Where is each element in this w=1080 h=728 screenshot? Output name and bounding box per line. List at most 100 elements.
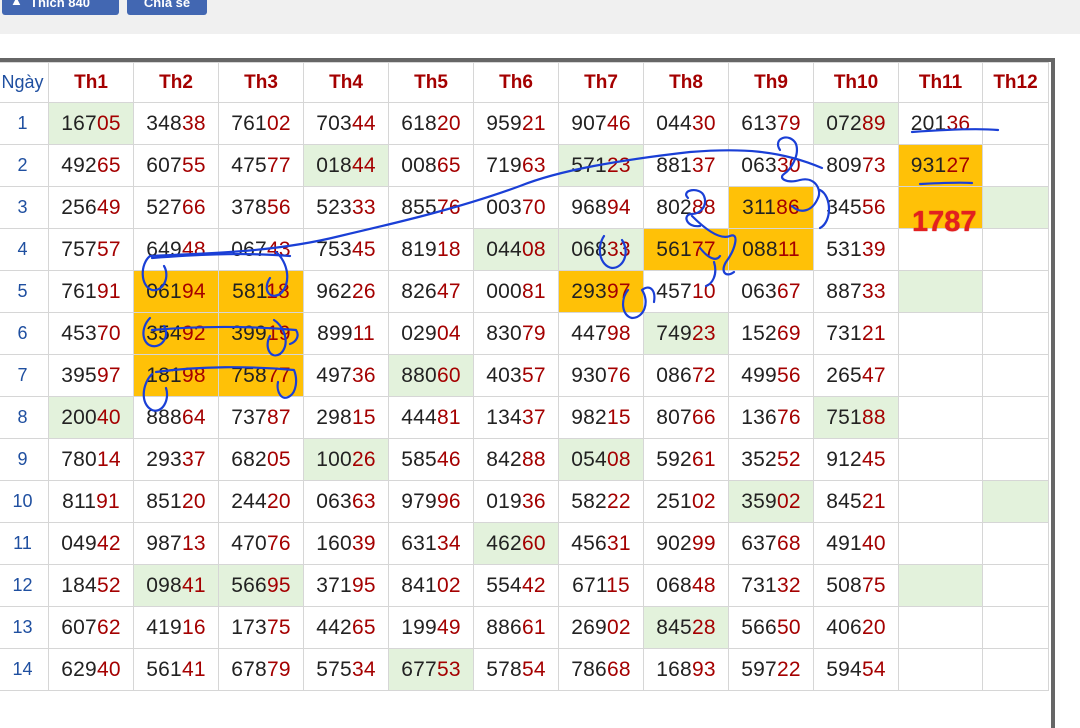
like-button[interactable]: ▲ Thích 840: [2, 0, 119, 15]
result-cell: 89911: [303, 312, 389, 355]
result-prefix: 049: [61, 531, 97, 555]
table-row: 9 78014 29337 68205 10026 58546 84288 05408 5926…: [0, 438, 1049, 481]
result-cell: [982, 522, 1049, 565]
result-last-two: 10: [691, 279, 716, 303]
result-prefix: 199: [401, 615, 437, 639]
result-last-two: 60: [521, 531, 546, 555]
result-last-two: 68: [776, 531, 801, 555]
result-last-two: 96: [436, 489, 461, 513]
result-last-two: 02: [436, 573, 461, 597]
result-prefix: 167: [61, 111, 97, 135]
result-prefix: 359: [741, 489, 777, 513]
results-table: Ngày Th1 Th2 Th3 Th4 Th5 Th6 Th7 Th8 Th9 Th10 Th11 T…: [0, 62, 1049, 691]
result-last-two: 44: [351, 153, 376, 177]
result-last-two: 45: [861, 447, 886, 471]
result-last-two: 91: [96, 489, 120, 513]
result-last-two: 18: [436, 237, 461, 261]
result-last-two: 34: [436, 531, 461, 555]
result-cell: 67879: [218, 648, 304, 691]
column-header-month: Th6: [473, 62, 559, 103]
result-cell: 71963: [473, 144, 559, 187]
result-last-two: 97: [96, 363, 121, 387]
result-cell: 96894: [558, 186, 644, 229]
result-last-two: 77: [691, 237, 716, 261]
result-prefix: 968: [571, 195, 607, 219]
result-last-two: 02: [776, 489, 801, 513]
result-cell: 15269: [728, 312, 814, 355]
result-prefix: 594: [826, 657, 862, 681]
share-button[interactable]: Chia sẻ: [127, 0, 207, 15]
result-prefix: 173: [231, 615, 267, 639]
result-last-two: 39: [351, 531, 376, 555]
result-last-two: 69: [776, 321, 801, 345]
result-cell: 34838: [133, 102, 219, 145]
result-last-two: 37: [691, 153, 716, 177]
result-prefix: 826: [401, 279, 437, 303]
result-last-two: 56: [776, 363, 801, 387]
result-cell: 59261: [643, 438, 729, 481]
result-cell: 98215: [558, 396, 644, 439]
result-prefix: 200: [61, 405, 97, 429]
result-prefix: 855: [401, 195, 437, 219]
result-last-two: 37: [181, 447, 206, 471]
result-cell: 49265: [48, 144, 134, 187]
result-cell: 56177: [643, 228, 729, 271]
result-prefix: 067: [231, 237, 267, 261]
result-prefix: 561: [656, 237, 692, 261]
result-cell: 90299: [643, 522, 729, 565]
result-cell: [898, 522, 983, 565]
result-cell: 84528: [643, 606, 729, 649]
result-prefix: 378: [231, 195, 267, 219]
result-cell: 40620: [813, 606, 899, 649]
result-prefix: 068: [656, 573, 692, 597]
result-prefix: 841: [401, 573, 437, 597]
result-cell: [982, 396, 1049, 439]
result-cell: 73132: [728, 564, 814, 607]
result-cell: 29815: [303, 396, 389, 439]
result-cell: 88137: [643, 144, 729, 187]
column-header-month: Th3: [218, 62, 304, 103]
result-cell: [898, 564, 983, 607]
result-last-two: 33: [351, 195, 376, 219]
result-prefix: 731: [741, 573, 777, 597]
result-prefix: 492: [61, 153, 97, 177]
result-prefix: 719: [486, 153, 522, 177]
result-prefix: 054: [571, 447, 607, 471]
column-header-month: Th4: [303, 62, 389, 103]
result-last-two: 42: [521, 573, 546, 597]
result-cell: 59454: [813, 648, 899, 691]
result-prefix: 311: [742, 195, 777, 219]
result-cell: 61820: [388, 102, 474, 145]
result-cell: 19949: [388, 606, 474, 649]
result-cell: [982, 102, 1049, 145]
result-last-two: 52: [96, 573, 121, 597]
result-last-two: 27: [946, 153, 971, 177]
result-last-two: 60: [436, 363, 461, 387]
result-last-two: 15: [606, 573, 630, 597]
result-prefix: 597: [741, 657, 777, 681]
result-cell: 06363: [303, 480, 389, 523]
result-cell: [982, 144, 1049, 187]
result-last-two: 46: [436, 447, 461, 471]
result-prefix: 136: [741, 405, 777, 429]
result-last-two: 37: [521, 405, 546, 429]
result-cell: [982, 270, 1049, 313]
result-prefix: 886: [486, 615, 522, 639]
result-last-two: 02: [606, 615, 631, 639]
result-prefix: 629: [61, 657, 97, 681]
result-cell: 44265: [303, 606, 389, 649]
result-cell: 81191: [48, 480, 134, 523]
result-prefix: 751: [826, 405, 862, 429]
result-last-two: 36: [521, 489, 546, 513]
table-row: 7 39597 18198 75877 49736 88060 40357 93076 0867…: [0, 354, 1049, 397]
result-cell: 85120: [133, 480, 219, 523]
result-cell: 26902: [558, 606, 644, 649]
result-cell: 88864: [133, 396, 219, 439]
result-cell: 85576: [388, 186, 474, 229]
result-cell: 93127: [898, 144, 983, 187]
result-last-two: 76: [776, 405, 801, 429]
result-last-two: 66: [691, 405, 716, 429]
result-cell: 58546: [388, 438, 474, 481]
result-cell: 00081: [473, 270, 559, 313]
result-cell: 52333: [303, 186, 389, 229]
